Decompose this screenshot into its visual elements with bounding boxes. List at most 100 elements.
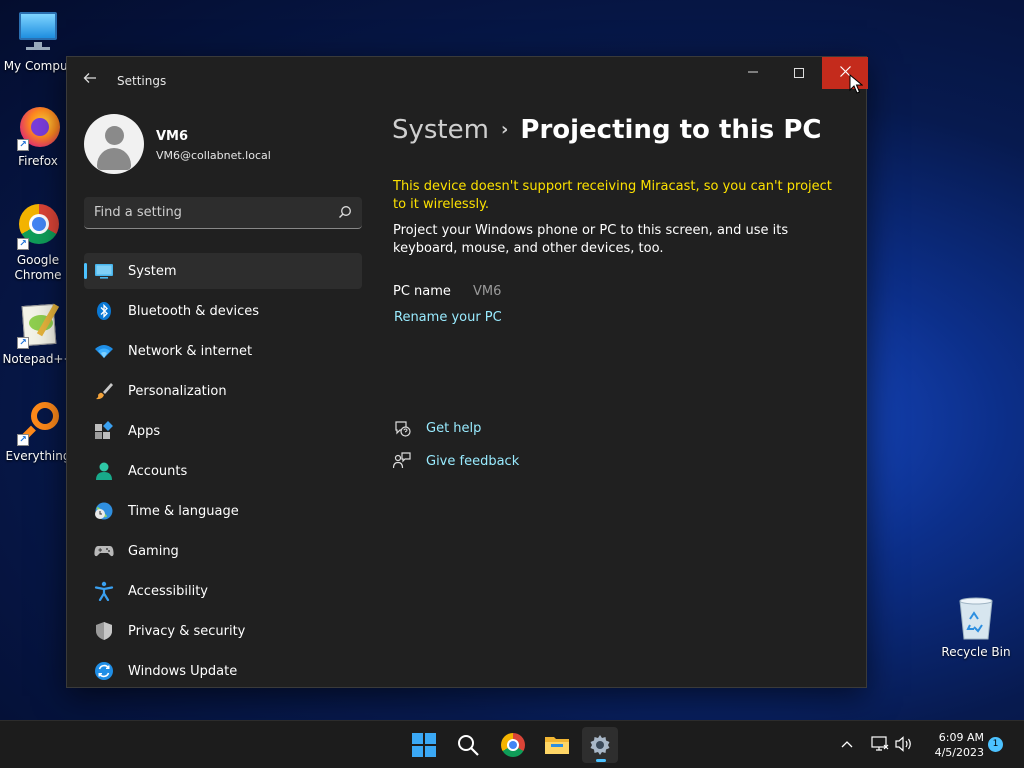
desktop-icon-google-chrome[interactable]: ↗ Google Chrome — [0, 204, 76, 283]
folder-icon — [545, 737, 569, 754]
chrome-icon: ↗ — [15, 204, 61, 250]
desktop-icon-notepad-plus-plus[interactable]: ↗ Notepad++ — [0, 303, 76, 367]
taskbar-search-button[interactable] — [450, 727, 486, 763]
recycle-bin-icon — [959, 597, 993, 640]
get-help-label: Get help — [426, 420, 482, 436]
speaker-icon — [895, 736, 911, 752]
sidebar-item-label: Time & language — [128, 503, 239, 519]
sidebar-item-label: Gaming — [128, 543, 179, 559]
controller-icon — [94, 546, 114, 557]
sidebar-item-label: Accessibility — [128, 583, 208, 599]
back-button[interactable] — [79, 67, 101, 89]
apps-icon — [95, 421, 113, 439]
help-chat-icon — [395, 421, 411, 437]
user-name: VM6 — [156, 129, 189, 144]
desktop-icon-label: Google Chrome — [14, 253, 62, 282]
desktop-icon-recycle-bin[interactable]: Recycle Bin — [940, 597, 1012, 659]
taskbar-chrome[interactable] — [495, 727, 531, 763]
miracast-warning: This device doesn't support receiving Mi… — [393, 179, 832, 212]
desktop-icon-label: My Comput — [3, 59, 73, 73]
sidebar-item-label: Accounts — [128, 463, 188, 479]
chevron-up-icon — [841, 741, 853, 748]
taskbar: 6:09 AM 4/5/2023 — [0, 720, 1024, 768]
sidebar-item-label: Personalization — [128, 383, 227, 399]
shortcut-arrow-icon: ↗ — [17, 337, 29, 349]
clock-time: 6:09 AM — [938, 731, 984, 744]
shortcut-arrow-icon: ↗ — [17, 139, 29, 151]
sidebar-item-label: Bluetooth & devices — [128, 303, 259, 319]
clock-date: 4/5/2023 — [934, 746, 984, 759]
sidebar-item-time-language[interactable]: Time & language — [84, 493, 362, 529]
sidebar-item-label: Privacy & security — [128, 623, 246, 639]
chevron-right-icon: › — [500, 119, 509, 140]
search-icon[interactable] — [338, 205, 352, 219]
page-title: Projecting to this PC — [520, 115, 822, 145]
maximize-button[interactable] — [776, 57, 822, 89]
minimize-icon — [748, 71, 758, 73]
active-app-indicator — [596, 759, 606, 762]
projection-description: Project your Windows phone or PC to this… — [393, 223, 789, 256]
sidebar-item-windows-update[interactable]: Windows Update — [84, 653, 362, 689]
sidebar-item-accounts[interactable]: Accounts — [84, 453, 362, 489]
sidebar-item-gaming[interactable]: Gaming — [84, 533, 362, 569]
notification-badge[interactable]: 1 — [988, 737, 1003, 752]
window-title: Settings — [117, 74, 167, 88]
monitor-icon — [95, 264, 113, 279]
chrome-icon — [501, 733, 525, 757]
desktop-icon-my-computer[interactable]: My Comput — [0, 10, 76, 74]
sidebar-item-apps[interactable]: Apps — [84, 413, 362, 449]
pc-name-label: PC name — [393, 284, 451, 299]
settings-nav: System Bluetooth & devices Network & int… — [84, 253, 362, 693]
desktop-icon-firefox[interactable]: ↗ Firefox — [0, 105, 76, 169]
sidebar-item-accessibility[interactable]: Accessibility — [84, 573, 362, 609]
sidebar-item-label: System — [128, 263, 177, 279]
volume-button[interactable] — [895, 736, 913, 756]
accessibility-icon — [94, 581, 114, 601]
sidebar-item-network-internet[interactable]: Network & internet — [84, 333, 362, 369]
brush-icon — [96, 383, 113, 400]
settings-window: Settings VM6 VM6@collabnet.local Find a … — [66, 56, 868, 688]
desktop-icon-label: Firefox — [18, 154, 58, 168]
desktop-icon-everything[interactable]: ↗ Everything — [0, 400, 76, 464]
taskbar-settings[interactable] — [582, 727, 618, 763]
feedback-icon — [393, 452, 411, 469]
network-status-button[interactable] — [871, 736, 889, 756]
pc-name-value: VM6 — [473, 284, 502, 299]
sidebar-item-privacy-security[interactable]: Privacy & security — [84, 613, 362, 649]
firefox-icon: ↗ — [15, 105, 61, 151]
desktop-icon-label: Notepad++ — [2, 352, 74, 366]
recycle-bin-label: Recycle Bin — [941, 645, 1011, 659]
accounts-icon — [96, 462, 112, 480]
sidebar-item-system[interactable]: System — [84, 253, 362, 289]
search-box[interactable] — [84, 197, 362, 229]
user-email: VM6@collabnet.local — [156, 149, 271, 162]
desktop-icon-label: Everything — [5, 449, 71, 463]
search-input[interactable] — [84, 197, 324, 228]
search-icon — [458, 735, 479, 756]
rename-pc-link[interactable]: Rename your PC — [394, 310, 502, 325]
wifi-icon — [95, 345, 113, 358]
shortcut-arrow-icon: ↗ — [17, 434, 29, 446]
everything-search-icon: ↗ — [15, 400, 61, 446]
title-bar[interactable]: Settings — [67, 57, 868, 89]
sidebar-item-personalization[interactable]: Personalization — [84, 373, 362, 409]
sidebar-item-label: Apps — [128, 423, 161, 439]
give-feedback-link[interactable]: Give feedback — [393, 452, 519, 470]
start-button[interactable] — [406, 727, 442, 763]
sidebar-item-label: Windows Update — [128, 663, 238, 679]
avatar[interactable] — [84, 114, 144, 174]
taskbar-file-explorer[interactable] — [539, 727, 575, 763]
clock-globe-icon — [95, 502, 113, 520]
taskbar-clock[interactable]: 6:09 AM 4/5/2023 — [920, 730, 984, 760]
update-icon — [95, 662, 113, 680]
sidebar-item-bluetooth-devices[interactable]: Bluetooth & devices — [84, 293, 362, 329]
show-hidden-icons-button[interactable] — [841, 736, 853, 755]
windows-logo-icon — [412, 733, 436, 757]
network-wired-icon — [871, 736, 889, 751]
breadcrumb-parent[interactable]: System — [392, 115, 489, 145]
minimize-button[interactable] — [730, 57, 776, 89]
give-feedback-label: Give feedback — [426, 453, 520, 469]
breadcrumb: System › Projecting to this PC — [392, 115, 821, 145]
shield-icon — [96, 622, 112, 640]
get-help-link[interactable]: Get help — [393, 419, 481, 437]
